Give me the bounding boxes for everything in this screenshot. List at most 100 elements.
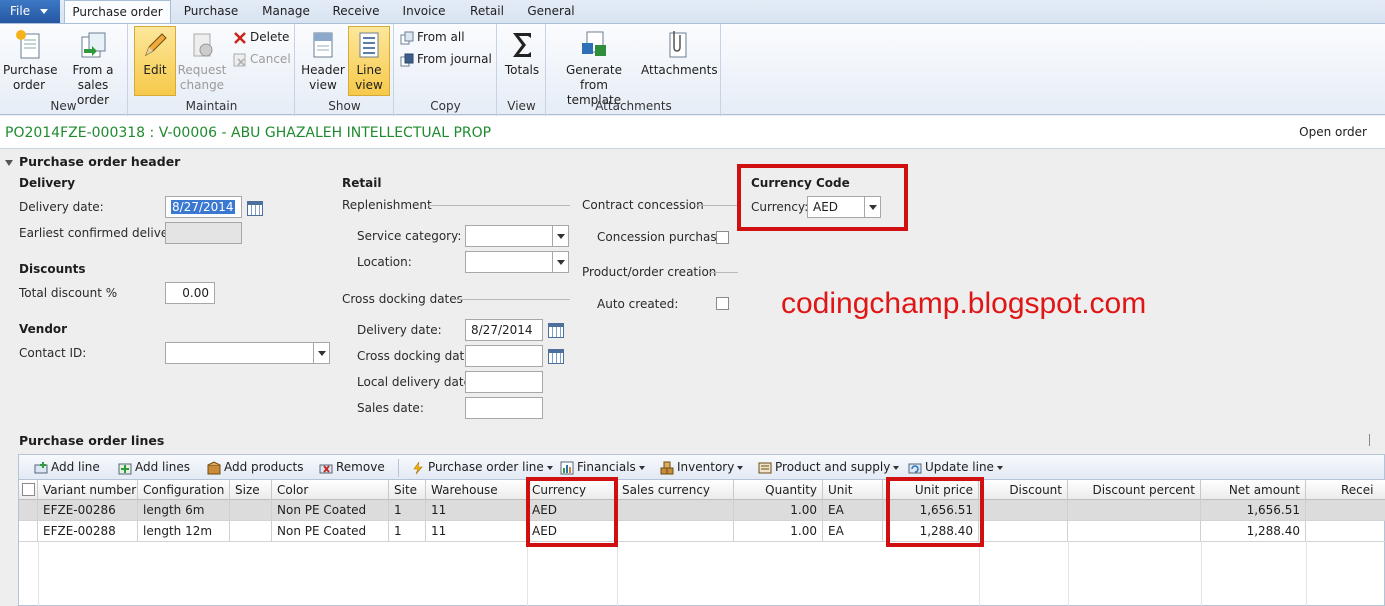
- discount-percent-cell[interactable]: [1068, 500, 1201, 521]
- column-header-size[interactable]: Size: [230, 480, 272, 500]
- tab-purchase-order[interactable]: Purchase order: [64, 0, 171, 24]
- net-amount-cell[interactable]: 1,288.40: [1201, 521, 1306, 542]
- select-all-checkbox[interactable]: [22, 483, 35, 496]
- quantity-cell[interactable]: 1.00: [734, 500, 823, 521]
- tab-general[interactable]: General: [522, 0, 580, 23]
- color-cell[interactable]: Non PE Coated: [272, 521, 389, 542]
- discount-percent-cell[interactable]: [1068, 521, 1201, 542]
- sales-date-field[interactable]: [465, 397, 543, 419]
- quantity-cell[interactable]: 1.00: [734, 521, 823, 542]
- column-header-net-amount[interactable]: Net amount: [1201, 480, 1306, 500]
- from-all-button[interactable]: From all: [400, 29, 465, 45]
- cross-delivery-date-field[interactable]: 8/27/2014: [465, 319, 543, 341]
- column-header-discount-percent[interactable]: Discount percent: [1068, 480, 1201, 500]
- add-line-button[interactable]: Add line: [34, 460, 100, 475]
- header-view-button[interactable]: Header view: [301, 27, 345, 93]
- column-header-site[interactable]: Site: [389, 480, 426, 500]
- column-header-variant-number[interactable]: Variant number: [38, 480, 138, 500]
- size-cell[interactable]: [230, 521, 272, 542]
- size-cell[interactable]: [230, 500, 272, 521]
- received-cell[interactable]: [1306, 500, 1385, 521]
- column-header-unit[interactable]: Unit: [823, 480, 883, 500]
- configuration-cell[interactable]: length 6m: [138, 500, 230, 521]
- splitter-handle[interactable]: [1369, 434, 1370, 446]
- add-products-button[interactable]: Add products: [207, 460, 303, 475]
- site-cell[interactable]: 1: [389, 521, 426, 542]
- tab-manage[interactable]: Manage: [252, 0, 320, 23]
- local-delivery-date-field[interactable]: [465, 371, 543, 393]
- unit-cell[interactable]: EA: [823, 500, 883, 521]
- totals-button[interactable]: Totals: [501, 27, 543, 78]
- location-dropdown-icon[interactable]: [552, 252, 568, 272]
- column-header-quantity[interactable]: Quantity: [734, 480, 823, 500]
- inventory-menu[interactable]: Inventory: [660, 460, 744, 475]
- attachments-button[interactable]: Attachments: [641, 27, 718, 78]
- row-select-cell[interactable]: [19, 521, 38, 542]
- column-header-sales-currency[interactable]: Sales currency: [617, 480, 734, 500]
- group-view-label: View: [507, 99, 536, 113]
- sales-date-label: Sales date:: [357, 401, 424, 415]
- service-category-dropdown-icon[interactable]: [552, 226, 568, 246]
- table-row[interactable]: EFZE-00286 length 6m Non PE Coated 1 11 …: [19, 500, 1385, 521]
- sales-currency-cell[interactable]: [617, 521, 734, 542]
- tab-invoice[interactable]: Invoice: [394, 0, 454, 23]
- discount-cell[interactable]: [979, 500, 1068, 521]
- site-cell[interactable]: 1: [389, 500, 426, 521]
- variant-number-cell[interactable]: EFZE-00288: [38, 521, 138, 542]
- column-header-received[interactable]: Recei: [1306, 480, 1385, 500]
- service-category-select[interactable]: [465, 225, 569, 247]
- unit-cell[interactable]: EA: [823, 521, 883, 542]
- auto-created-checkbox[interactable]: [716, 297, 729, 310]
- add-lines-button[interactable]: Add lines: [118, 460, 190, 475]
- line-view-icon: [354, 29, 384, 61]
- sales-currency-cell[interactable]: [617, 500, 734, 521]
- delete-button[interactable]: Delete: [233, 29, 289, 45]
- file-tab[interactable]: File: [0, 0, 60, 23]
- row-select-cell[interactable]: [19, 500, 38, 521]
- edit-button[interactable]: Edit: [134, 26, 176, 96]
- purchase-order-header-toggle[interactable]: Purchase order header: [5, 154, 180, 169]
- received-cell[interactable]: [1306, 521, 1385, 542]
- column-header-discount[interactable]: Discount: [979, 480, 1068, 500]
- grid-column-guide: [979, 541, 980, 606]
- delivery-date-field[interactable]: 8/27/2014: [165, 196, 242, 218]
- product-and-supply-menu[interactable]: Product and supply: [758, 460, 900, 475]
- net-amount-cell[interactable]: 1,656.51: [1201, 500, 1306, 521]
- color-cell[interactable]: Non PE Coated: [272, 500, 389, 521]
- request-change-button[interactable]: Request change: [177, 27, 227, 93]
- location-select[interactable]: [465, 251, 569, 273]
- delivery-date-calendar-icon[interactable]: [247, 201, 263, 216]
- generate-from-template-button[interactable]: Generate from template: [553, 27, 635, 108]
- tab-purchase[interactable]: Purchase: [176, 0, 246, 23]
- discount-cell[interactable]: [979, 521, 1068, 542]
- purchase-order-line-menu[interactable]: Purchase order line: [411, 460, 553, 475]
- variant-number-cell[interactable]: EFZE-00286: [38, 500, 138, 521]
- replenishment-label: Replenishment: [342, 198, 432, 212]
- total-discount-field[interactable]: 0.00: [165, 282, 215, 304]
- configuration-cell[interactable]: length 12m: [138, 521, 230, 542]
- group-new: Purchase order From a sales order New: [0, 24, 128, 116]
- table-row[interactable]: EFZE-00288 length 12m Non PE Coated 1 11…: [19, 521, 1385, 542]
- column-header-configuration[interactable]: Configuration: [138, 480, 230, 500]
- tab-retail[interactable]: Retail: [462, 0, 512, 23]
- column-header-warehouse[interactable]: Warehouse: [426, 480, 527, 500]
- tab-receive[interactable]: Receive: [324, 0, 388, 23]
- earliest-confirmed-delivery-label: Earliest confirmed delivery:: [19, 226, 184, 240]
- line-view-button[interactable]: Line view: [348, 26, 390, 96]
- column-header-color[interactable]: Color: [272, 480, 389, 500]
- purchase-order-button[interactable]: Purchase order: [3, 27, 58, 93]
- remove-button[interactable]: Remove: [319, 460, 385, 475]
- cross-delivery-date-calendar-icon[interactable]: [548, 323, 564, 338]
- contact-id-dropdown-icon[interactable]: [313, 343, 329, 363]
- contact-id-select[interactable]: [165, 342, 330, 364]
- cross-docking-date-calendar-icon[interactable]: [548, 349, 564, 364]
- cross-docking-date-field[interactable]: [465, 345, 543, 367]
- cancel-button[interactable]: Cancel: [233, 51, 291, 67]
- financials-menu[interactable]: Financials: [560, 460, 645, 475]
- concession-purchase-checkbox[interactable]: [716, 231, 729, 244]
- from-sales-order-button[interactable]: From a sales order: [62, 27, 124, 108]
- warehouse-cell[interactable]: 11: [426, 521, 527, 542]
- warehouse-cell[interactable]: 11: [426, 500, 527, 521]
- from-journal-button[interactable]: From journal: [400, 51, 492, 67]
- update-line-menu[interactable]: Update line: [908, 460, 1003, 475]
